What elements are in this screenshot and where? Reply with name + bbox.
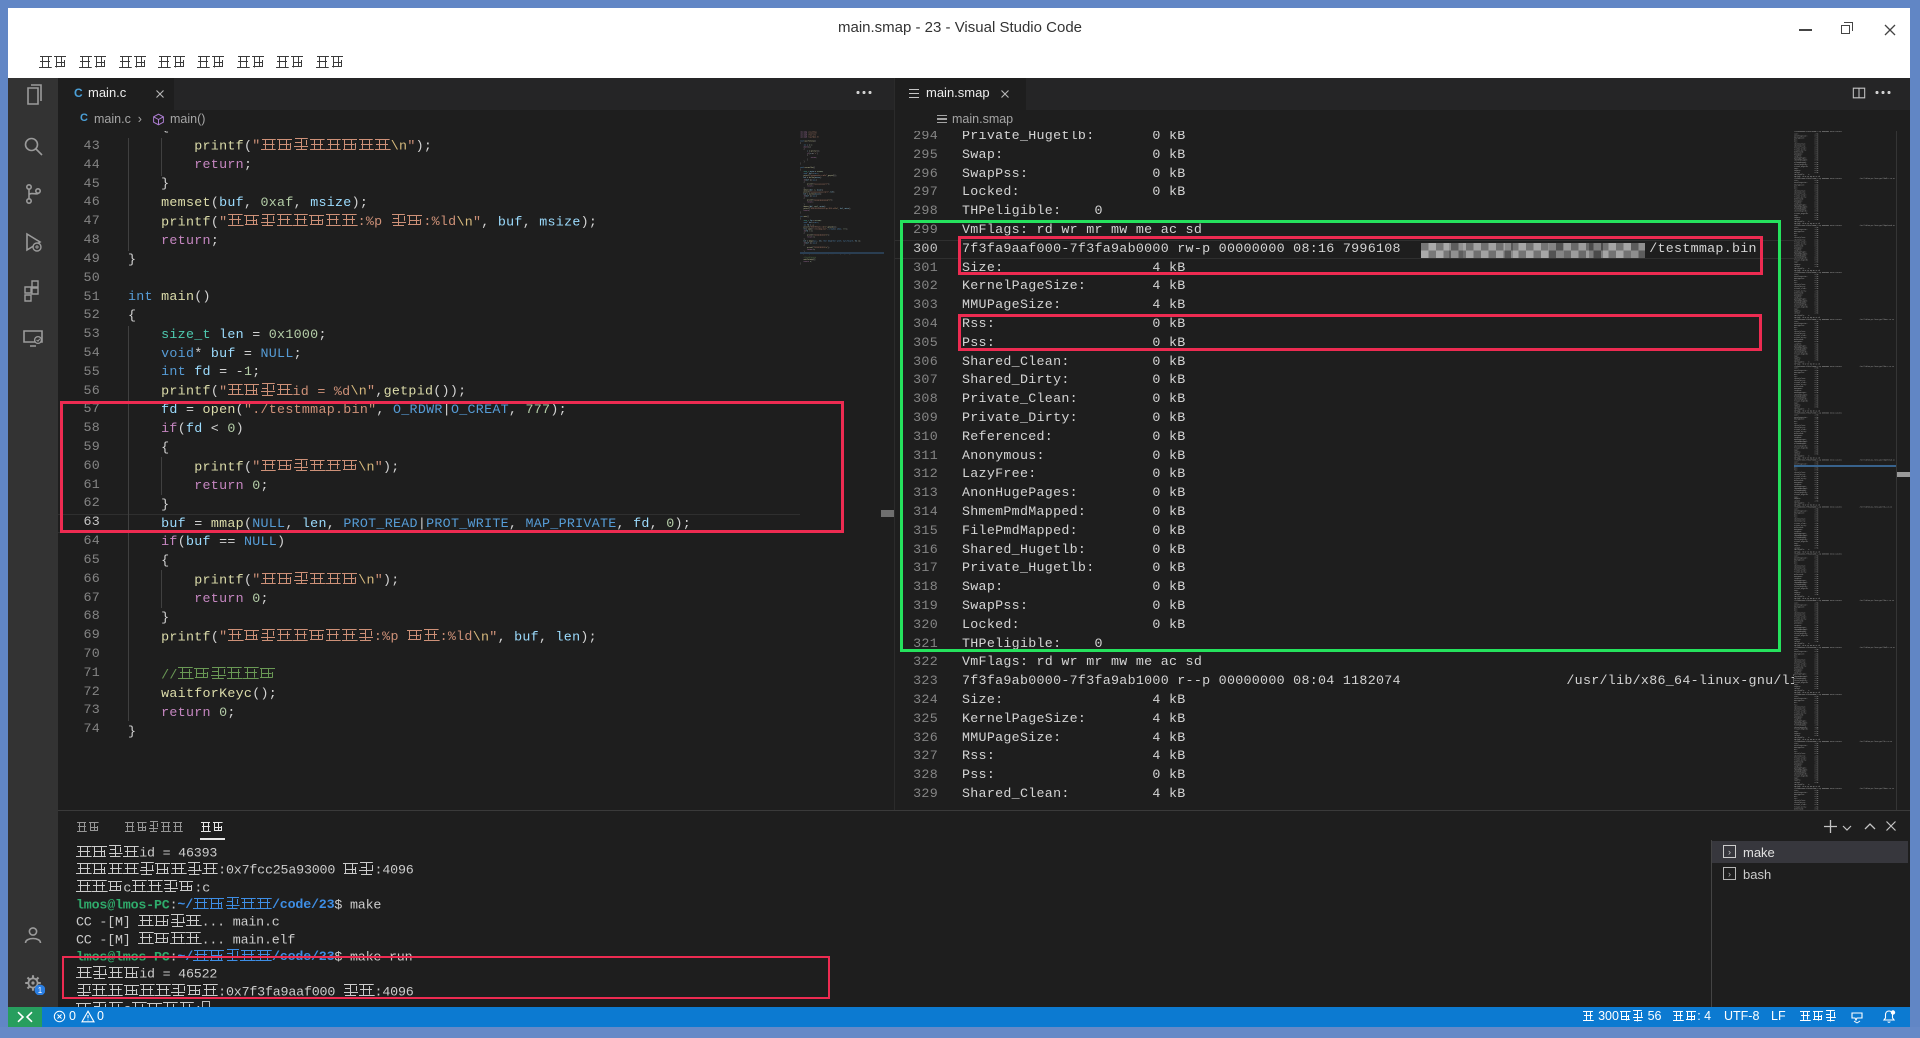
svg-text:1: 1 bbox=[38, 986, 43, 995]
